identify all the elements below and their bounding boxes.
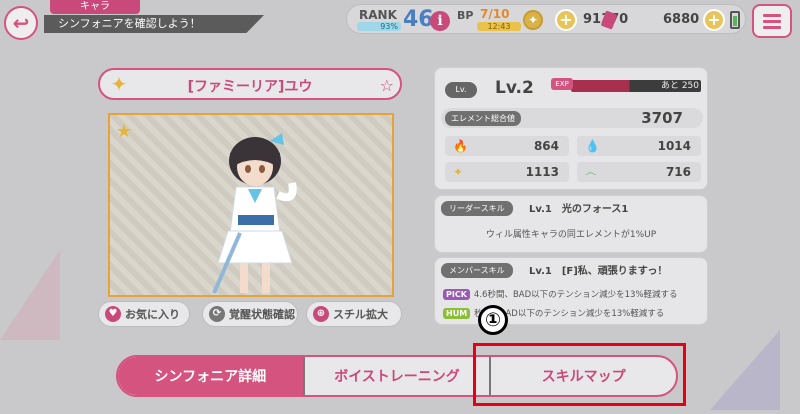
awakening-check-button[interactable]: ⟳ 覚醒状態確認 <box>202 301 298 327</box>
stat-wind: ෴ 716 <box>577 162 701 182</box>
member-skill-text: 4.6秒間、BAD以下のテンション減少を13%軽減する <box>473 290 678 300</box>
stat-water: 💧 1014 <box>577 136 701 156</box>
exp-remaining: あと 250 <box>660 81 699 91</box>
zoom-icon: ⊕ <box>313 306 329 322</box>
rarity-star-icon: ★ <box>116 121 133 142</box>
tab-symphonia-detail[interactable]: シンフォニア詳細 <box>118 357 305 395</box>
fire-icon: 🔥 <box>453 139 468 153</box>
status-bar: RANK 93% 46 i BP 7/10 12:43 ✦ + 91370 68… <box>346 4 746 34</box>
character-illustration <box>212 133 297 294</box>
back-button[interactable]: ↩ <box>4 6 38 40</box>
bp-label: BP <box>457 9 474 22</box>
character-name: [ファミーリア]ユウ <box>187 79 313 95</box>
stat-value: 1113 <box>525 165 559 179</box>
background-decoration <box>710 330 780 410</box>
light-icon: ✦ <box>453 165 464 179</box>
refresh-icon: ⟳ <box>209 306 225 322</box>
character-portrait[interactable]: ★ <box>108 113 394 297</box>
awakening-label: 覚醒状態確認 <box>229 308 295 321</box>
background-decoration <box>0 250 60 340</box>
annotation-marker: ① <box>478 305 508 335</box>
member-skill-name: Lv.1 [F]私、頑張りますっ！ <box>529 266 668 277</box>
leader-skill-tag: リーダースキル <box>441 201 513 216</box>
stat-value: 1014 <box>657 139 691 153</box>
heart-icon: ♥ <box>105 306 121 322</box>
info-icon[interactable]: i <box>430 11 450 31</box>
bp-timer: 12:43 <box>477 22 521 31</box>
level-value: Lv.2 <box>495 78 534 98</box>
water-icon: 💧 <box>585 139 600 153</box>
rank-progress: 93% <box>357 22 401 31</box>
back-arrow-icon: ↩ <box>12 11 30 35</box>
member-skill-line: HUM 秒間、BAD以下のテンション減少を13%軽減する <box>443 307 664 319</box>
add-ticket-button[interactable]: + <box>703 9 725 31</box>
level-badge: Lv. <box>445 82 477 98</box>
ticket-amount: 6880 <box>663 12 700 27</box>
bp-coin-icon: ✦ <box>523 10 543 30</box>
element-total-value: 3707 <box>641 109 683 127</box>
exp-label: EXP <box>551 78 573 90</box>
zoom-still-button[interactable]: ⊕ スチル拡大 <box>306 301 402 327</box>
favorite-label: お気に入り <box>125 308 180 321</box>
add-coin-button[interactable]: + <box>555 9 577 31</box>
bp-value: 7/10 <box>480 7 510 21</box>
menu-icon <box>763 13 781 17</box>
member-skill-line: PICK 4.6秒間、BAD以下のテンション減少を13%軽減する <box>443 288 678 300</box>
leader-skill-desc: ウィル属性キャラの同エレメントが1%UP <box>485 230 657 240</box>
hum-badge: HUM <box>443 307 471 319</box>
stat-light: ✦ 1113 <box>445 162 569 182</box>
stat-value: 716 <box>665 165 691 179</box>
annotation-highlight <box>473 343 686 406</box>
page-subtitle: シンフォニアを確認しよう！ <box>44 15 264 33</box>
element-total-row: エレメント総合値 3707 <box>441 108 703 128</box>
menu-button[interactable] <box>752 4 792 38</box>
leader-skill-panel: リーダースキル Lv.1 光のフォース1 ウィル属性キャラの同エレメントが1%U… <box>434 195 708 253</box>
stat-fire: 🔥 864 <box>445 136 569 156</box>
stat-value: 864 <box>533 139 559 153</box>
member-skill-panel: メンバースキル Lv.1 [F]私、頑張りますっ！ PICK 4.6秒間、BAD… <box>434 257 708 325</box>
level-panel: Lv. Lv.2 EXP あと 250 エレメント総合値 3707 🔥 864 … <box>434 67 708 190</box>
leader-skill-name: Lv.1 光のフォース1 <box>529 204 629 215</box>
wind-icon: ෴ <box>585 165 597 179</box>
character-name-banner: ✦ [ファミーリア]ユウ ☆ <box>98 68 402 100</box>
section-label: キャラ <box>50 0 140 14</box>
battery-icon <box>730 11 740 29</box>
tab-voice-training[interactable]: ボイストレーニング <box>305 357 492 395</box>
rank-label: RANK <box>359 8 397 22</box>
favorite-button[interactable]: ♥ お気に入り <box>98 301 190 327</box>
favorite-star-icon[interactable]: ☆ <box>380 76 394 95</box>
element-total-label: エレメント総合値 <box>445 111 521 126</box>
member-skill-tag: メンバースキル <box>441 263 513 278</box>
zoom-label: スチル拡大 <box>333 308 388 321</box>
pick-badge: PICK <box>443 288 470 300</box>
